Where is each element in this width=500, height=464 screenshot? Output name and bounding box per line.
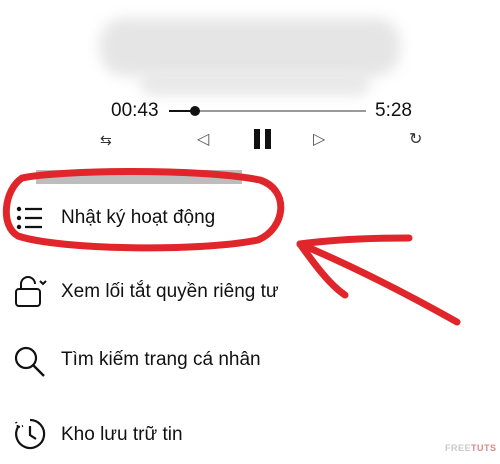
music-player: 00:43 5:28 ⇆ ◁ ▷ ↻ — [0, 0, 500, 160]
pause-icon[interactable] — [254, 129, 272, 149]
blurred-artist-name — [140, 72, 370, 96]
total-time: 5:28 — [375, 100, 412, 121]
repeat-icon[interactable]: ↻ — [409, 128, 422, 152]
activity-log-icon — [16, 206, 42, 230]
next-icon[interactable]: ▷ — [313, 128, 325, 152]
search-icon — [14, 346, 45, 377]
blurred-song-title — [100, 18, 400, 76]
menu-item-search-profile[interactable]: Tìm kiếm trang cá nhân — [0, 332, 500, 392]
previous-icon[interactable]: ◁ — [197, 128, 209, 152]
menu-item-activity-log[interactable]: Nhật ký hoạt động — [0, 188, 500, 248]
shuffle-icon[interactable]: ⇆ — [100, 128, 112, 152]
story-archive-icon — [15, 418, 46, 450]
watermark-logo: FREETUTS — [445, 443, 497, 453]
menu-item-privacy-shortcuts[interactable]: Xem lối tắt quyền riêng tư — [0, 262, 500, 322]
current-time: 00:43 — [111, 100, 159, 121]
progress-handle[interactable] — [190, 106, 200, 116]
menu-item-label: Kho lưu trữ tin — [61, 424, 183, 445]
menu-item-label: Nhật ký hoạt động — [61, 207, 216, 228]
menu-item-label: Tìm kiếm trang cá nhân — [61, 349, 261, 370]
highlight-strip — [36, 170, 242, 184]
menu-item-label: Xem lối tắt quyền riêng tư — [61, 281, 279, 302]
menu-item-story-archive[interactable]: Kho lưu trữ tin — [0, 404, 500, 464]
privacy-lock-icon — [15, 276, 47, 307]
